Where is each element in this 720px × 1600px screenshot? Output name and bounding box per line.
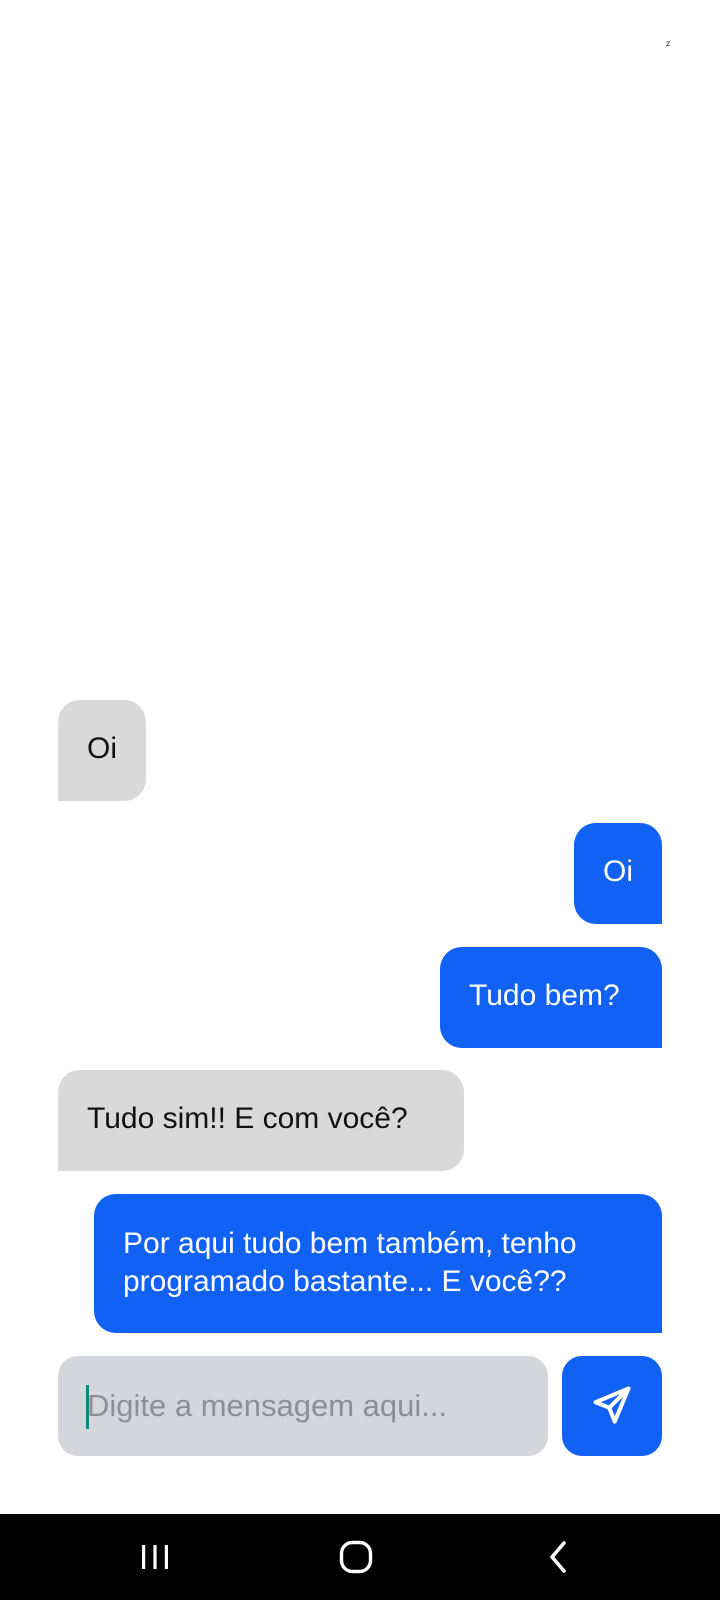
message-input[interactable] — [87, 1356, 527, 1456]
back-icon — [547, 1540, 569, 1574]
sent-message: Tudo bem? — [440, 947, 662, 1048]
send-icon — [590, 1383, 634, 1430]
chat-screen: ᶻ Oi Oi Tudo bem? Tudo sim!! E com você?… — [0, 0, 720, 1600]
message-composer — [58, 1356, 662, 1456]
sent-message: Por aqui tudo bem também, tenho programa… — [94, 1194, 662, 1333]
status-indicator: ᶻ — [666, 38, 671, 52]
received-message: Oi — [58, 700, 146, 801]
sent-message: Oi — [574, 823, 662, 924]
recents-icon — [139, 1543, 171, 1571]
home-icon — [339, 1540, 373, 1574]
home-button[interactable] — [306, 1514, 406, 1600]
send-button[interactable] — [562, 1356, 662, 1456]
received-message: Tudo sim!! E com você? — [58, 1070, 464, 1171]
message-input-container[interactable] — [58, 1356, 548, 1456]
back-button[interactable] — [508, 1514, 608, 1600]
recents-button[interactable] — [105, 1514, 205, 1600]
system-navigation-bar — [0, 1514, 720, 1600]
